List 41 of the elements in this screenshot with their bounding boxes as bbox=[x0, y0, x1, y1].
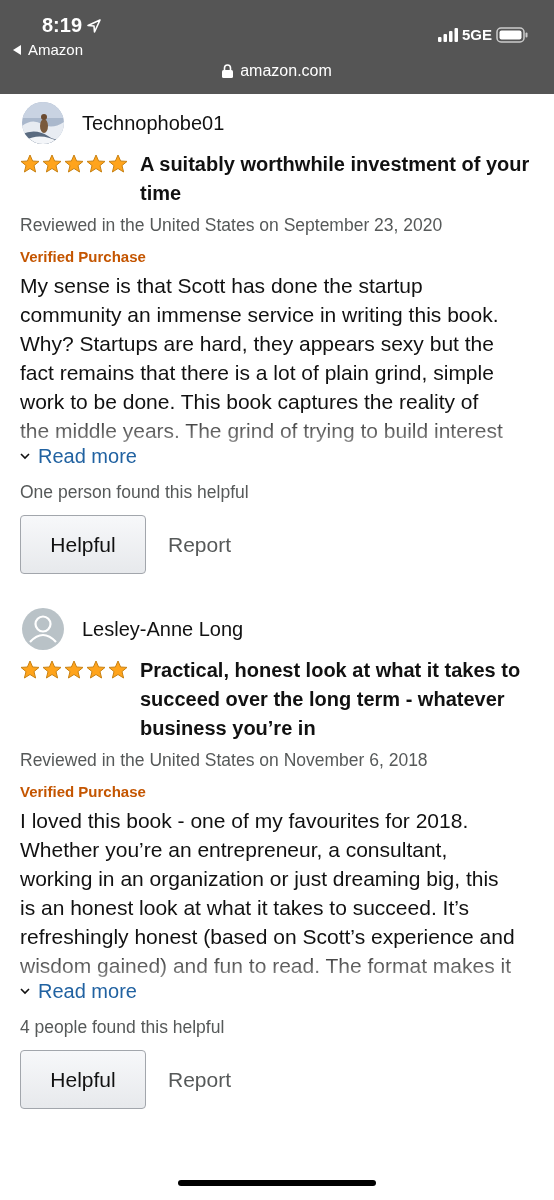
back-link[interactable]: Amazon bbox=[12, 41, 103, 58]
signal-icon bbox=[438, 27, 458, 42]
review-text: I loved this book - one of my favourites for 2018. Whether you’re an entrepreneur, a consultant, working in an organization or just dreaming big, this is an honest look at what it takes to succeed. It’s refreshingly honest (based on Scott’s experience and wisdom gained) and fun to read. The format makes it bbox=[20, 808, 516, 979]
review-title: A suitably worthwhile investment of your time bbox=[140, 152, 531, 206]
star-icon bbox=[86, 660, 106, 680]
lock-icon bbox=[222, 64, 234, 78]
star-icon bbox=[108, 660, 128, 680]
helpful-button[interactable]: Helpful bbox=[20, 515, 146, 574]
report-link[interactable]: Report bbox=[168, 1067, 232, 1092]
star-icon bbox=[64, 660, 84, 680]
star-icon bbox=[64, 154, 84, 174]
star-icon bbox=[20, 660, 40, 680]
helpful-button[interactable]: Helpful bbox=[20, 1050, 146, 1109]
reviewer-name: Technophobe01 bbox=[82, 111, 225, 135]
location-arrow-icon bbox=[86, 17, 103, 34]
review-date: Reviewed in the United States on November 6, 2018 bbox=[20, 750, 429, 771]
reviewer-name: Lesley-Anne Long bbox=[82, 617, 244, 641]
url-text: amazon.com bbox=[240, 62, 332, 80]
back-triangle-icon bbox=[12, 43, 22, 56]
review-date: Reviewed in the United States on September 23, 2020 bbox=[20, 215, 444, 236]
helpful-count: 4 people found this helpful bbox=[20, 1017, 226, 1038]
review-title: Practical, honest look at what it takes to succeed over the long term - whatever business you’re in bbox=[140, 658, 522, 741]
star-icon bbox=[42, 154, 62, 174]
home-indicator[interactable] bbox=[178, 1180, 376, 1186]
review-text: My sense is that Scott has done the startup community an immense service in writing this book. Why? Startups are hard, they appears sexy but the fact remains that there is a lot of plain grind, simple work to be done. This book captures the reality of the middle years. The grind of trying to build interest bbox=[20, 273, 504, 444]
network-label: 5GE bbox=[462, 26, 492, 43]
star-icon bbox=[86, 154, 106, 174]
star-icon bbox=[42, 660, 62, 680]
verified-purchase-label: Verified Purchase bbox=[20, 248, 147, 265]
star-icon bbox=[108, 154, 128, 174]
chevron-down-icon bbox=[20, 988, 30, 995]
chevron-down-icon bbox=[20, 453, 30, 460]
read-more-link[interactable]: Read more bbox=[20, 980, 137, 1003]
report-link[interactable]: Report bbox=[168, 532, 232, 557]
star-icon bbox=[20, 154, 40, 174]
verified-purchase-label: Verified Purchase bbox=[20, 783, 147, 800]
battery-icon bbox=[496, 26, 528, 43]
read-more-link[interactable]: Read more bbox=[20, 445, 137, 468]
clock-time: 8:19 bbox=[42, 14, 83, 37]
avatar-icon bbox=[22, 608, 64, 650]
helpful-count: One person found this helpful bbox=[20, 482, 250, 503]
